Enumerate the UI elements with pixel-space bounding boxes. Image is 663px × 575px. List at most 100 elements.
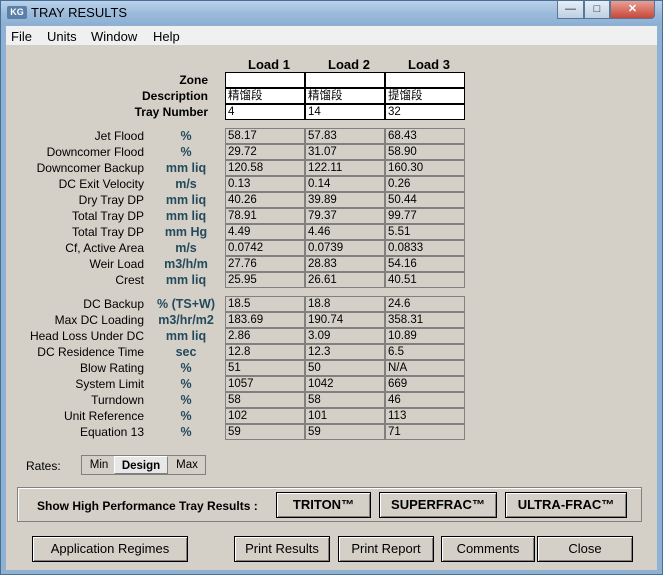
- row-unit: m/s: [175, 177, 197, 191]
- results-panel: Load 1 Load 2 Load 3 Zone Description 精馏段精…: [6, 46, 657, 570]
- row-unit: %: [180, 361, 192, 375]
- result-cell: 39.89: [305, 192, 385, 208]
- input-cell[interactable]: 14: [305, 104, 385, 120]
- row-label: Total Tray DP: [71, 225, 144, 239]
- row-unit: %: [180, 409, 192, 423]
- input-cell[interactable]: 32: [385, 104, 465, 120]
- high-performance-label: Show High Performance Tray Results :: [37, 499, 258, 513]
- load-3-header: Load 3: [408, 57, 450, 72]
- menu-help[interactable]: Help: [153, 29, 180, 44]
- row-label: Total Tray DP: [71, 209, 144, 223]
- row-label: Description: [141, 89, 208, 103]
- row-label: Downcomer Backup: [36, 161, 144, 175]
- result-cell: 160.30: [385, 160, 465, 176]
- close-window-button[interactable]: ✕: [610, 1, 655, 19]
- result-cell: 58: [225, 392, 305, 408]
- rates-selector: Min Design Max: [81, 455, 206, 475]
- result-cell: 0.26: [385, 176, 465, 192]
- row-label: DC Backup: [83, 297, 144, 311]
- title-bar[interactable]: KG TRAY RESULTS — □ ✕: [1, 1, 662, 25]
- menu-window[interactable]: Window: [91, 29, 137, 44]
- input-cell[interactable]: 精馏段: [305, 88, 385, 104]
- row-unit: %: [180, 393, 192, 407]
- result-cell: 59: [305, 424, 385, 440]
- input-cell[interactable]: 提馏段: [385, 88, 465, 104]
- row-unit: mm liq: [165, 161, 207, 175]
- input-cell[interactable]: [385, 72, 465, 88]
- row-label: System Limit: [75, 377, 144, 391]
- result-cell: 18.5: [225, 296, 305, 312]
- row-label: Weir Load: [89, 257, 144, 271]
- result-cell: 12.3: [305, 344, 385, 360]
- result-cell: 120.58: [225, 160, 305, 176]
- result-cell: 6.5: [385, 344, 465, 360]
- row-unit: mm liq: [165, 329, 207, 343]
- result-cell: 68.43: [385, 128, 465, 144]
- result-cell: 1057: [225, 376, 305, 392]
- row-unit: %: [180, 129, 192, 143]
- rate-max-button[interactable]: Max: [170, 456, 204, 474]
- result-cell: 4.46: [305, 224, 385, 240]
- high-performance-panel: Show High Performance Tray Results : TRI…: [17, 487, 642, 522]
- result-cell: 58.17: [225, 128, 305, 144]
- result-cell: 58.90: [385, 144, 465, 160]
- input-cell[interactable]: [225, 72, 305, 88]
- input-cell[interactable]: 精馏段: [225, 88, 305, 104]
- application-regimes-button[interactable]: Application Regimes: [32, 536, 188, 562]
- result-cell: 183.69: [225, 312, 305, 328]
- result-cell: 40.51: [385, 272, 465, 288]
- result-cell: 99.77: [385, 208, 465, 224]
- window-title: TRAY RESULTS: [31, 5, 128, 20]
- row-label: Cf, Active Area: [65, 241, 144, 255]
- minimize-button[interactable]: —: [557, 1, 584, 19]
- result-cell: 27.76: [225, 256, 305, 272]
- result-cell: 358.31: [385, 312, 465, 328]
- load-1-header: Load 1: [248, 57, 290, 72]
- row-label: Crest: [115, 273, 144, 287]
- row-unit: m3/hr/m2: [158, 313, 214, 327]
- result-cell: 5.51: [385, 224, 465, 240]
- rate-design-button[interactable]: Design: [114, 456, 168, 474]
- result-cell: 18.8: [305, 296, 385, 312]
- row-label: Tray Number: [134, 105, 208, 119]
- result-cell: 40.26: [225, 192, 305, 208]
- comments-button[interactable]: Comments: [441, 536, 535, 562]
- result-cell: 54.16: [385, 256, 465, 272]
- result-cell: 2.86: [225, 328, 305, 344]
- maximize-button[interactable]: □: [584, 1, 610, 19]
- row-label: Blow Rating: [79, 361, 144, 375]
- result-cell: 51: [225, 360, 305, 376]
- result-cell: 4.49: [225, 224, 305, 240]
- menu-file[interactable]: File: [11, 29, 32, 44]
- result-cell: 102: [225, 408, 305, 424]
- result-cell: 0.0742: [225, 240, 305, 256]
- result-cell: 25.95: [225, 272, 305, 288]
- input-cell[interactable]: 4: [225, 104, 305, 120]
- result-cell: 0.0739: [305, 240, 385, 256]
- row-unit: % (TS+W): [157, 297, 215, 311]
- result-cell: 122.11: [305, 160, 385, 176]
- app-icon: KG: [7, 6, 27, 19]
- row-unit: mm Hg: [164, 225, 208, 239]
- input-cell[interactable]: [305, 72, 385, 88]
- ultra-frac-button[interactable]: ULTRA-FRAC™: [505, 492, 627, 518]
- print-report-button[interactable]: Print Report: [338, 536, 434, 562]
- result-cell: 3.09: [305, 328, 385, 344]
- result-cell: 78.91: [225, 208, 305, 224]
- row-label: Unit Reference: [63, 409, 144, 423]
- superfrac-button[interactable]: SUPERFRAC™: [379, 492, 497, 518]
- result-cell: 28.83: [305, 256, 385, 272]
- triton-button[interactable]: TRITON™: [276, 492, 371, 518]
- result-cell: 26.61: [305, 272, 385, 288]
- menu-units[interactable]: Units: [47, 29, 77, 44]
- row-unit: sec: [175, 345, 197, 359]
- result-cell: 101: [305, 408, 385, 424]
- close-button[interactable]: Close: [537, 536, 633, 562]
- result-cell: 50.44: [385, 192, 465, 208]
- row-label: Turndown: [91, 393, 144, 407]
- row-unit: mm liq: [165, 193, 207, 207]
- row-unit: m/s: [175, 241, 197, 255]
- print-results-button[interactable]: Print Results: [234, 536, 330, 562]
- rate-min-button[interactable]: Min: [84, 456, 114, 474]
- row-label: Equation 13: [79, 425, 144, 439]
